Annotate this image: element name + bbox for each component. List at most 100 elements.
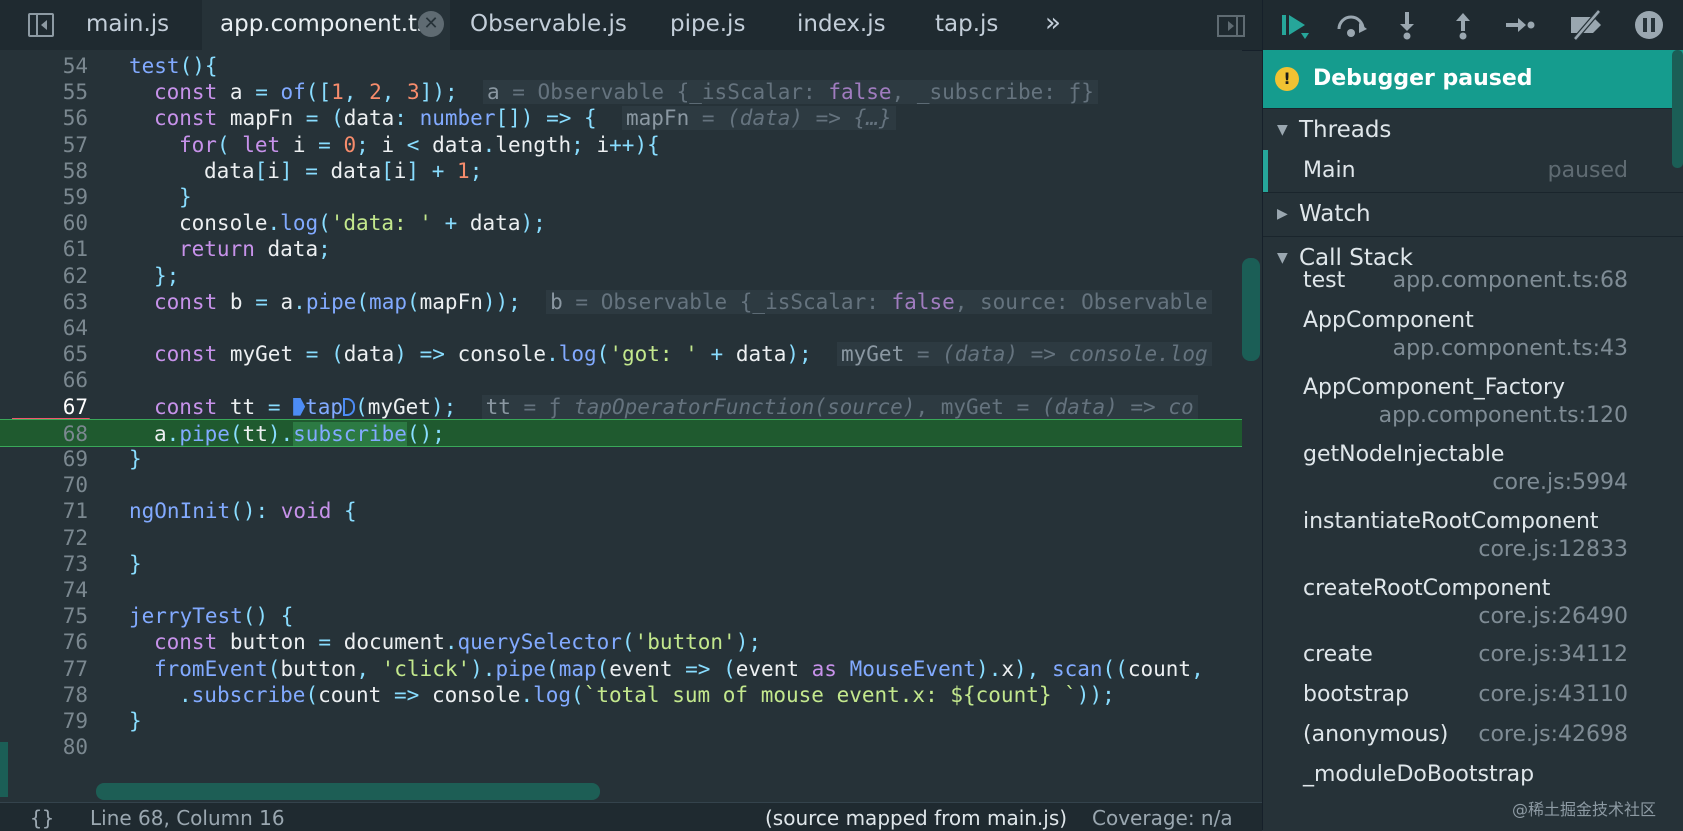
tab-pipe-js[interactable]: pipe.js [670,0,760,50]
code-line[interactable]: 56 const mapFn = (data: number[]) => { ma… [0,104,1242,132]
step-into-icon[interactable] [1391,9,1423,41]
code-line[interactable]: 78 .subscribe(count => console.log(`total… [0,681,1242,709]
pause-on-exceptions-icon[interactable] [1633,9,1665,41]
call-stack-frame[interactable]: (anonymous) core.js:42698 [1263,722,1683,762]
code-line[interactable]: 74 [0,576,1242,604]
line-number[interactable]: 65 [0,340,88,368]
code-line[interactable]: 65 const myGet = (data) => console.log('g… [0,340,1242,368]
line-number[interactable]: 70 [0,471,88,499]
call-stack-frame[interactable]: AppComponent app.component.ts:43 [1263,308,1683,372]
line-number[interactable]: 57 [0,131,88,159]
threads-section-header[interactable]: ▼ Threads [1263,108,1683,151]
close-tab-icon[interactable]: ✕ [418,11,444,37]
line-number[interactable]: 67 [0,393,88,421]
code-line[interactable]: 54 test(){ [0,52,1242,80]
call-stack-frame[interactable]: instantiateRootComponent core.js:12833 [1263,509,1683,573]
debugger-scrollbar[interactable] [1672,50,1683,168]
horizontal-scrollbar[interactable] [96,783,600,800]
line-number[interactable]: 73 [0,550,88,578]
code-line[interactable]: 61 return data; [0,235,1242,263]
frame-location: app.component.ts:68 [1392,268,1628,293]
step-out-icon[interactable] [1447,9,1479,41]
code-line[interactable]: 70 [0,471,1242,499]
code-line[interactable]: 59} [0,183,1242,211]
code-text: const button = document.querySelector('b… [154,630,762,655]
code-line[interactable]: 63 const b = a.pipe(map(mapFn)); b = Obse… [0,288,1242,316]
tab-main-js[interactable]: main.js [86,0,198,50]
code-line[interactable]: 55 const a = of([1, 2, 3]); a = Observabl… [0,78,1242,106]
call-stack-frame[interactable]: createRootComponent core.js:26490 [1263,576,1683,640]
line-number[interactable]: 79 [0,707,88,735]
line-number[interactable]: 59 [0,183,88,211]
line-number[interactable]: 69 [0,445,88,473]
line-number[interactable]: 55 [0,78,88,106]
watermark: @稀土掘金技术社区 [1512,800,1657,819]
line-number[interactable]: 74 [0,576,88,604]
code-line[interactable]: 77 fromEvent(button, 'click').pipe(map(ev… [0,655,1242,683]
toggle-debugger-icon[interactable] [1217,15,1245,37]
line-number[interactable]: 71 [0,497,88,525]
tab-tap-js[interactable]: tap.js [935,0,1015,50]
inline-breakpoint-icon[interactable] [293,397,306,416]
line-number[interactable]: 60 [0,209,88,237]
code-line[interactable]: 71 ngOnInit(): void { [0,497,1242,525]
frame-location: core.js:26490 [1478,604,1628,629]
code-line[interactable]: 69} [0,445,1242,473]
line-number[interactable]: 78 [0,681,88,709]
tab-label: Observable.js [470,11,627,37]
code-line[interactable]: 57 for( let i = 0; i < data.length; i++){ [0,131,1242,159]
line-number[interactable]: 80 [0,733,88,761]
code-line[interactable]: 80 [0,733,1242,761]
code-line[interactable]: 75 jerryTest() { [0,602,1242,630]
navigator-scrollbar[interactable] [0,742,8,797]
line-number[interactable]: 58 [0,157,88,185]
code-line[interactable]: 60 console.log('data: ' + data); [0,209,1242,237]
call-stack-frame[interactable]: bootstrap core.js:43110 [1263,682,1683,722]
thread-main[interactable]: Main paused [1263,150,1683,192]
inline-breakpoint-icon[interactable] [343,397,356,416]
code-text: ngOnInit(): void { [129,499,357,524]
code-line[interactable]: 72 [0,524,1242,552]
code-line[interactable]: 76 const button = document.querySelector(… [0,628,1242,656]
line-number[interactable]: 63 [0,288,88,316]
call-stack-frame[interactable]: test app.component.ts:68 [1263,268,1683,308]
line-number[interactable]: 54 [0,52,88,80]
section-label: Threads [1299,117,1392,143]
more-tabs-icon[interactable]: » [1045,0,1061,50]
code-line[interactable]: 79} [0,707,1242,735]
expanded-triangle-icon: ▼ [1277,122,1288,138]
code-line[interactable]: 67 const tt = tap (myGet); tt = ƒ tapOpera… [0,393,1242,421]
watch-section-header[interactable]: ▶ Watch [1263,192,1683,235]
toggle-navigator-icon[interactable] [28,13,54,37]
code-line[interactable]: 64 [0,314,1242,342]
code-text: return data; [179,237,331,262]
pretty-print-button[interactable]: {} [30,806,54,830]
call-stack-frame[interactable]: create core.js:34112 [1263,642,1683,682]
resume-icon[interactable] [1279,9,1311,41]
line-number[interactable]: 56 [0,104,88,132]
code-editor[interactable]: 54 test(){55 const a = of([1, 2, 3]); a = … [0,50,1242,802]
line-number[interactable]: 72 [0,524,88,552]
code-line[interactable]: 62}; [0,262,1242,290]
code-line[interactable]: 73} [0,550,1242,578]
tab-index-js[interactable]: index.js [797,0,897,50]
step-icon[interactable] [1503,9,1535,41]
tab-app-component-ts[interactable]: app.component.ts ✕ [202,0,450,50]
line-number[interactable]: 68 [0,420,88,448]
line-number[interactable]: 77 [0,655,88,683]
tab-observable-js[interactable]: Observable.js [470,0,630,50]
code-line[interactable]: 68 a.pipe(tt).subscribe(); [0,418,1242,448]
code-line[interactable]: 66 [0,366,1242,394]
call-stack-frame[interactable]: AppComponent_Factory app.component.ts:120 [1263,375,1683,439]
line-number[interactable]: 75 [0,602,88,630]
line-number[interactable]: 66 [0,366,88,394]
code-line[interactable]: 58 data[i] = data[i] + 1; [0,157,1242,185]
deactivate-breakpoints-icon[interactable] [1569,9,1601,41]
call-stack-frame[interactable]: getNodeInjectable core.js:5994 [1263,442,1683,506]
line-number[interactable]: 61 [0,235,88,263]
line-number[interactable]: 76 [0,628,88,656]
line-number[interactable]: 62 [0,262,88,290]
step-over-icon[interactable] [1335,9,1367,41]
vertical-scrollbar[interactable] [1242,258,1260,361]
line-number[interactable]: 64 [0,314,88,342]
